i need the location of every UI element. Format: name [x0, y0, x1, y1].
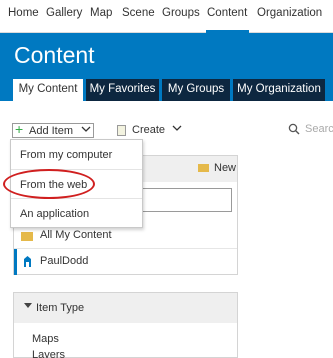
menu-item-from-my-computer[interactable]: From my computer	[11, 140, 142, 169]
plus-icon: +	[15, 121, 24, 137]
menu-item-label: An application	[20, 208, 90, 220]
menu-item-label: From the web	[20, 179, 88, 191]
new-folder-label: New	[214, 162, 237, 174]
chevron-down-icon	[81, 124, 91, 137]
search-input[interactable]: Searc	[286, 123, 333, 137]
nav-organization[interactable]: Organization	[257, 7, 322, 19]
folder-row-label: All My Content	[40, 229, 112, 241]
menu-item-an-application[interactable]: An application	[11, 198, 142, 227]
folder-icon	[21, 232, 33, 241]
add-item-dropdown: From my computer From the web An applica…	[10, 139, 143, 228]
selected-indicator	[14, 249, 17, 275]
add-item-button[interactable]: + Add Item	[12, 121, 94, 138]
nav-gallery[interactable]: Gallery	[46, 7, 82, 19]
nav-home[interactable]: Home	[8, 7, 39, 19]
nav-map[interactable]: Map	[90, 7, 112, 19]
create-label: Create	[132, 124, 166, 136]
nav-content[interactable]: Content	[207, 7, 247, 19]
top-navigation: Home Gallery Map Scene Groups Content Or…	[0, 0, 333, 33]
tab-my-organization[interactable]: My Organization	[233, 79, 325, 101]
folder-row-user[interactable]: PaulDodd	[14, 248, 237, 275]
menu-item-from-the-web[interactable]: From the web	[11, 169, 142, 198]
page-title: Content	[14, 42, 95, 68]
menu-item-label: From my computer	[20, 149, 113, 161]
item-type-heading: Item Type	[36, 302, 85, 314]
folder-row-label: PaulDodd	[40, 255, 89, 267]
content-header: Content My Content My Favorites My Group…	[0, 33, 333, 101]
user-icon	[23, 256, 32, 270]
nav-groups[interactable]: Groups	[162, 7, 200, 19]
search-icon	[288, 123, 300, 138]
add-item-label: Add Item	[29, 125, 74, 137]
folder-filter-input[interactable]	[140, 188, 232, 212]
filter-item-maps[interactable]: Maps	[32, 333, 59, 345]
search-placeholder: Searc	[305, 123, 333, 135]
tab-my-favorites[interactable]: My Favorites	[86, 79, 159, 101]
item-type-header[interactable]: Item Type	[14, 293, 237, 323]
nav-scene[interactable]: Scene	[122, 7, 155, 19]
chevron-down-icon	[172, 123, 182, 136]
create-icon	[117, 125, 126, 136]
chevron-down-icon	[24, 301, 32, 312]
item-type-filter-panel: Item Type Maps Layers	[13, 292, 238, 358]
tab-my-groups[interactable]: My Groups	[162, 79, 230, 101]
tab-my-content[interactable]: My Content	[13, 79, 83, 101]
folder-icon	[198, 164, 209, 172]
filter-item-layers[interactable]: Layers	[32, 349, 65, 358]
